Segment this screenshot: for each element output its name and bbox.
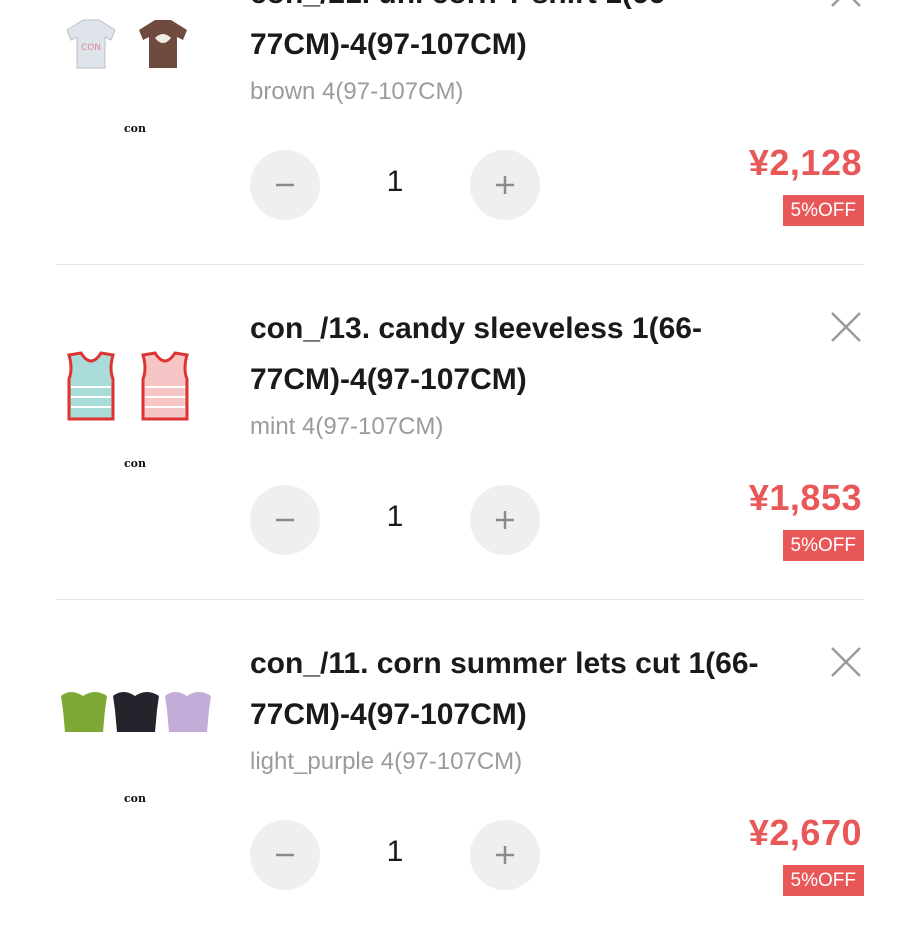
product-thumbnail[interactable]: CON con <box>55 0 215 135</box>
brand-label: con <box>123 122 147 135</box>
cart-item: CON con con_/21. uni corn T-shirt 1(66-7… <box>0 0 920 265</box>
increase-quantity-button[interactable] <box>470 820 540 890</box>
minus-icon <box>276 518 294 522</box>
discount-badge: 5%OFF <box>782 530 864 561</box>
brand-label: con <box>123 792 147 805</box>
close-icon <box>831 0 861 7</box>
product-title[interactable]: con_/21. uni corn T-shirt 1(66-77CM)-4(9… <box>250 0 790 70</box>
remove-item-button[interactable] <box>828 644 864 680</box>
product-image: CON <box>66 19 187 69</box>
quantity-value: 1 <box>386 835 404 868</box>
item-price: ¥2,670 <box>748 812 862 853</box>
plus-icon <box>496 176 514 194</box>
discount-badge: 5%OFF <box>782 865 864 896</box>
increase-quantity-button[interactable] <box>470 150 540 220</box>
brand-label: con <box>123 457 147 470</box>
discount-badge: 5%OFF <box>782 195 864 226</box>
product-option: light_purple 4(97-107CM) <box>250 748 523 775</box>
item-price: ¥2,128 <box>748 142 862 183</box>
product-thumbnail[interactable]: con <box>55 670 215 805</box>
minus-icon <box>276 853 294 857</box>
product-thumbnail[interactable]: con <box>55 335 215 470</box>
product-option: mint 4(97-107CM) <box>250 413 444 440</box>
item-price: ¥1,853 <box>748 477 862 518</box>
quantity-value: 1 <box>386 500 404 533</box>
quantity-value: 1 <box>386 165 404 198</box>
minus-icon <box>276 183 294 187</box>
cart-item: con con_/11. corn summer lets cut 1(66-7… <box>0 600 920 935</box>
remove-item-button[interactable] <box>828 0 864 10</box>
plus-icon <box>496 511 514 529</box>
close-icon <box>831 647 861 677</box>
product-title[interactable]: con_/11. corn summer lets cut 1(66-77CM)… <box>250 638 790 740</box>
decrease-quantity-button[interactable] <box>250 485 320 555</box>
product-image <box>61 692 211 732</box>
decrease-quantity-button[interactable] <box>250 150 320 220</box>
product-option: brown 4(97-107CM) <box>250 78 464 105</box>
close-icon <box>831 312 861 342</box>
remove-item-button[interactable] <box>828 309 864 345</box>
cart-item: con con_/13. candy sleeveless 1(66-77CM)… <box>0 265 920 600</box>
decrease-quantity-button[interactable] <box>250 820 320 890</box>
product-image <box>67 351 189 421</box>
svg-text:CON: CON <box>81 43 101 53</box>
increase-quantity-button[interactable] <box>470 485 540 555</box>
product-title[interactable]: con_/13. candy sleeveless 1(66-77CM)-4(9… <box>250 303 790 405</box>
plus-icon <box>496 846 514 864</box>
